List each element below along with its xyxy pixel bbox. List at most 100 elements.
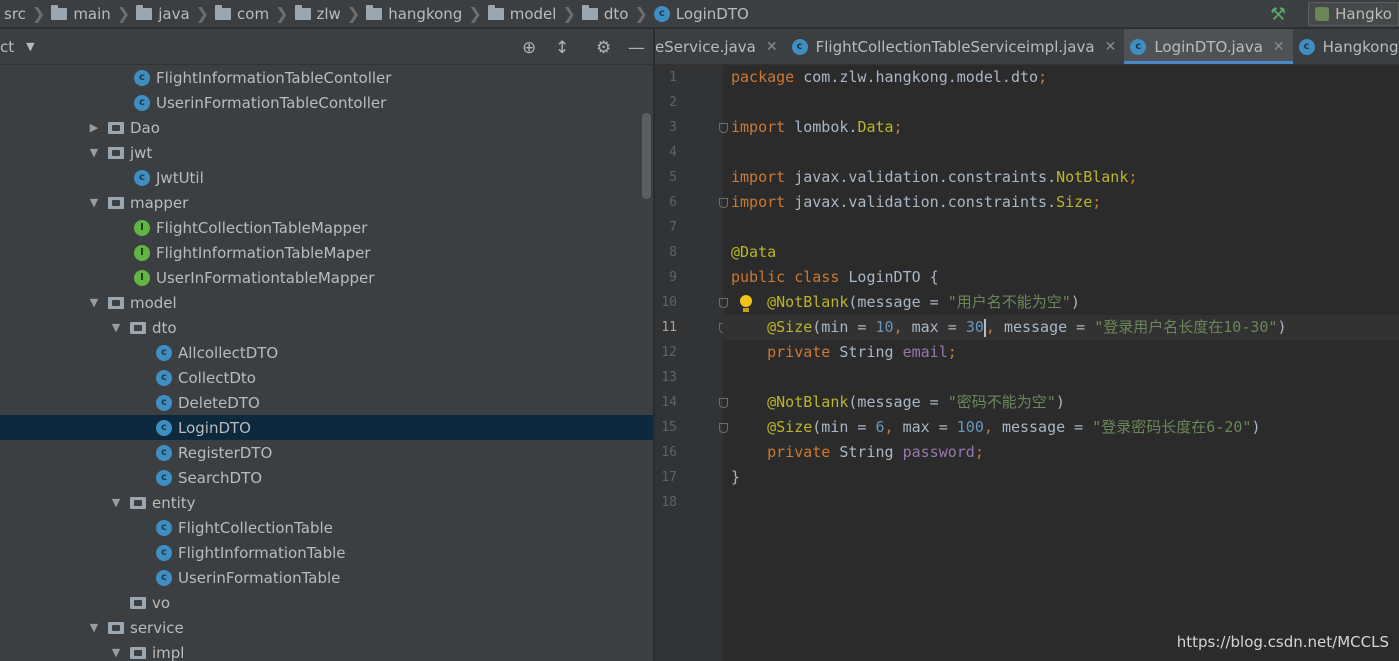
tree-item-dto[interactable]: ▼ dto xyxy=(0,315,653,340)
tree-item-jwtutil[interactable]: c JwtUtil xyxy=(0,165,653,190)
fold-marker-icon[interactable] xyxy=(719,398,728,408)
breadcrumb-item[interactable]: c LoginDTO xyxy=(650,0,751,27)
package-folder-icon xyxy=(130,646,146,659)
class-icon: c xyxy=(156,344,172,361)
close-icon[interactable]: ✕ xyxy=(766,39,778,55)
tree-item-registerdto[interactable]: c RegisterDTO xyxy=(0,440,653,465)
folder-icon xyxy=(366,4,383,20)
project-tree-scrollbar[interactable] xyxy=(642,113,651,199)
breadcrumb-item[interactable]: com ❯ xyxy=(211,0,290,27)
tree-item-flightinformationtable[interactable]: c FlightInformationTable xyxy=(0,540,653,565)
tree-item-mapper[interactable]: ▼ mapper xyxy=(0,190,653,215)
tab-label: eService.java xyxy=(655,37,756,56)
tree-item-label: FlightCollectionTableMapper xyxy=(156,218,368,237)
code-token: ; xyxy=(893,118,903,136)
tree-item-userinformationtable[interactable]: c UserinFormationTable xyxy=(0,565,653,590)
breadcrumb-item[interactable]: hangkong ❯ xyxy=(362,0,484,27)
expand-arrow-icon[interactable]: ▼ xyxy=(88,146,100,159)
collapse-all-icon[interactable]: ↕ xyxy=(555,38,569,58)
line-number-gutter[interactable]: 1 2 3 4 5 6 7 8 9 10 11 12 13 14 15 16 17 18 xyxy=(655,65,728,661)
tree-item-collectdto[interactable]: c CollectDto xyxy=(0,365,653,390)
chevron-down-icon[interactable]: ▼ xyxy=(26,40,34,53)
code-line[interactable]: private String password; xyxy=(731,440,984,465)
expand-arrow-icon[interactable]: ▼ xyxy=(88,296,100,309)
code-line[interactable]: @Data xyxy=(731,240,776,265)
code-editor[interactable]: 1 2 3 4 5 6 7 8 9 10 11 12 13 14 15 16 17 18 package com.… xyxy=(655,65,1399,661)
code-token: max = xyxy=(902,418,957,436)
code-line[interactable]: package com.zlw.hangkong.model.dto; xyxy=(731,65,1047,90)
close-icon[interactable]: ✕ xyxy=(1273,39,1285,55)
code-token: password xyxy=(902,443,975,461)
tree-item-model[interactable]: ▼ model xyxy=(0,290,653,315)
code-token: @Data xyxy=(731,243,777,261)
code-line[interactable]: @NotBlank(message = "用户名不能为空") xyxy=(731,290,1080,315)
tree-item-vo[interactable]: vo xyxy=(0,590,653,615)
code-line[interactable]: @Size(min = 6, max = 100, message = "登录密… xyxy=(731,415,1260,440)
tree-item-service[interactable]: ▼ service xyxy=(0,615,653,640)
tree-item-userinformationtablemapper[interactable]: I UserInFormationtableMapper xyxy=(0,265,653,290)
breadcrumb-item[interactable]: src ❯ xyxy=(0,0,47,27)
tree-item-userinformationtablecontoller[interactable]: c UserinFormationTableContoller xyxy=(0,90,653,115)
code-token: ; xyxy=(1092,193,1102,211)
code-line[interactable]: public class LoginDTO { xyxy=(731,265,939,290)
expand-arrow-icon[interactable]: ▼ xyxy=(88,196,100,209)
tree-item-logindto[interactable]: c LoginDTO xyxy=(0,415,653,440)
tree-item-impl[interactable]: ▼ impl xyxy=(0,640,653,661)
code-token: import xyxy=(731,193,795,211)
breadcrumb-item[interactable]: java ❯ xyxy=(132,0,211,27)
code-line[interactable]: import lombok.Data; xyxy=(731,115,903,140)
code-line[interactable]: import javax.validation.constraints.Size… xyxy=(731,190,1101,215)
tree-item-label: UserinFormationTable xyxy=(178,568,341,587)
tree-item-label: service xyxy=(130,618,184,637)
tree-item-deletedto[interactable]: c DeleteDTO xyxy=(0,390,653,415)
tab-logindto-java[interactable]: c LoginDTO.java ✕ xyxy=(1124,29,1293,64)
build-hammer-icon[interactable]: ⚒ xyxy=(1270,4,1286,25)
locate-icon[interactable]: ⊕ xyxy=(522,38,536,58)
fold-marker-icon[interactable] xyxy=(719,198,728,208)
breadcrumb-item[interactable]: dto ❯ xyxy=(578,0,650,27)
expand-arrow-icon[interactable]: ▼ xyxy=(110,321,122,334)
code-line[interactable]: @Size(min = 10, max = 30, message = "登录用… xyxy=(731,315,1287,340)
breadcrumb-label: dto xyxy=(603,4,629,23)
fold-marker-icon[interactable] xyxy=(719,423,728,433)
tab-eservice-java[interactable]: eService.java ✕ xyxy=(655,29,786,64)
lightbulb-icon[interactable] xyxy=(739,295,753,313)
tree-item-label: FlightInformationTableContoller xyxy=(156,68,392,87)
tree-item-dao[interactable]: ▶ Dao xyxy=(0,115,653,140)
hide-panel-icon[interactable]: — xyxy=(628,38,645,58)
line-number: 12 xyxy=(661,345,677,360)
tree-item-flightcollectiontable[interactable]: c FlightCollectionTable xyxy=(0,515,653,540)
tree-item-searchdto[interactable]: c SearchDTO xyxy=(0,465,653,490)
breadcrumb-item[interactable]: model ❯ xyxy=(484,0,578,27)
tree-item-jwt[interactable]: ▼ jwt xyxy=(0,140,653,165)
code-line[interactable]: @NotBlank(message = "密码不能为空") xyxy=(731,390,1065,415)
fold-marker-icon[interactable] xyxy=(719,123,728,133)
tree-item-flightinformationtablemaper[interactable]: I FlightInformationTableMaper xyxy=(0,240,653,265)
folder-icon xyxy=(487,4,504,20)
fold-marker-icon[interactable] xyxy=(719,298,728,308)
collapse-arrow-icon[interactable]: ▶ xyxy=(88,121,100,134)
tab-hangkonga[interactable]: c HangkongA xyxy=(1293,29,1399,64)
expand-arrow-icon[interactable]: ▼ xyxy=(88,621,100,634)
class-icon: c xyxy=(156,519,172,536)
code-line[interactable]: } xyxy=(731,465,740,490)
tree-item-flightinformationtablecontoller[interactable]: c FlightInformationTableContoller xyxy=(0,65,653,90)
code-line[interactable]: import javax.validation.constraints.NotB… xyxy=(731,165,1137,190)
run-configuration-selector[interactable]: Hangko xyxy=(1308,2,1399,26)
tree-item-label: FlightInformationTable xyxy=(178,543,346,562)
tree-item-flightcollectiontablemapper[interactable]: I FlightCollectionTableMapper xyxy=(0,215,653,240)
gear-icon[interactable]: ⚙ xyxy=(596,38,611,58)
breadcrumb-item[interactable]: zlw ❯ xyxy=(291,0,363,27)
tab-flightcollectiontableserviceimpl-java[interactable]: c FlightCollectionTableServiceimpl.java ✕ xyxy=(786,29,1125,64)
breadcrumb-item[interactable]: main ❯ xyxy=(47,0,132,27)
code-token: (min = xyxy=(812,318,876,336)
project-view-selector[interactable]: ct xyxy=(0,38,14,56)
tree-item-entity[interactable]: ▼ entity xyxy=(0,490,653,515)
tree-item-allcollectdto[interactable]: c AllcollectDTO xyxy=(0,340,653,365)
code-line[interactable]: private String email; xyxy=(731,340,957,365)
interface-icon: I xyxy=(134,219,150,236)
close-icon[interactable]: ✕ xyxy=(1105,39,1117,55)
expand-arrow-icon[interactable]: ▼ xyxy=(110,496,122,509)
expand-arrow-icon[interactable]: ▼ xyxy=(110,646,122,659)
